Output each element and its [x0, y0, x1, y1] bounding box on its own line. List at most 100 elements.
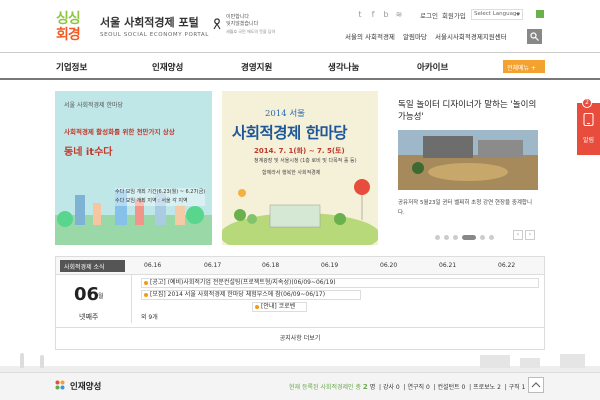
site-title[interactable]: 서울 사회적경제 포털 [100, 14, 199, 30]
calendar-tag: 사회적경제 소식 [60, 260, 125, 272]
collapse-button[interactable] [528, 377, 544, 393]
login-link[interactable]: 로그인 [420, 12, 438, 20]
nav-company-info[interactable]: 기업정보 [56, 61, 87, 73]
main-nav: 기업정보 인재양성 경영지원 생각나눔 아카이브 전체메뉴 + [0, 52, 600, 80]
banner1-note-region: 수다 모임 개최 지역 : 서울 각 지역 [115, 198, 188, 204]
calendar-date[interactable]: 06.16 [144, 262, 161, 269]
twitter-icon[interactable]: t [355, 10, 365, 20]
calendar-date[interactable]: 06.19 [321, 262, 338, 269]
banner1-note: 수다 모임 개최 기간(6.23(월) ~ 6.27(금) 수다 모임 개최 지… [115, 188, 206, 206]
dots-grid-icon [55, 380, 65, 390]
all-menu-button[interactable]: 전체메뉴 + [503, 60, 545, 73]
site-logo[interactable]: 싱싱 회경 [56, 8, 96, 46]
banner1-small-text: 서울 사회적경제 한마당 [64, 102, 124, 109]
chevron-up-icon [531, 382, 541, 388]
banner-it-suda[interactable]: 서울 사회적경제 한마당 사회적경제 활성화를 위한 천만가지 상상 동네 it… [55, 91, 212, 245]
selected-month: 06 [74, 284, 100, 305]
calendar-date[interactable]: 06.17 [204, 262, 221, 269]
search-button[interactable] [527, 29, 542, 44]
logo-text-bottom: 회경 [56, 27, 81, 43]
calendar-date[interactable]: 06.18 [262, 262, 279, 269]
language-select-value: Select Language [474, 11, 520, 17]
site-subtitle: SEOUL SOCIAL ECONOMY PORTAL [100, 32, 209, 38]
stats-jobseeker: 구직 1 [508, 384, 526, 391]
stats-probono: 프로보노 2 [473, 384, 501, 391]
event-bullet [144, 281, 148, 285]
notification-label: 알림 [582, 137, 595, 144]
event-bullet [255, 305, 259, 309]
calendar-event[interactable]: [모집] 2014 서울 사회적경제 한마당 체험부스에 참(06/09~06/… [141, 290, 361, 300]
slogan-line1: 이만합니다 [226, 14, 250, 20]
slider-dot[interactable] [489, 235, 494, 240]
stats-total: 2 [362, 383, 368, 391]
event-label: [안내] 코로벤 [261, 303, 296, 310]
news-desc: 공유저작 5월23일 귄터 벨찌히 초청 강연 현장을 중계합니다. [398, 200, 533, 216]
section-title: 인재양성 [70, 382, 102, 392]
banner-social-economy-festival[interactable]: 2014 서울 사회적경제 한마당 2014. 7. 1(화) ~ 7. 5(토… [222, 91, 378, 245]
stats-lecturer: 강사 0 [382, 384, 400, 391]
stats-unit: 명 [369, 384, 376, 391]
event-label: [공고] (예비)사회적기업 전문컨설팅(프로젝트형/지속성)(06/09~06… [150, 279, 336, 286]
flag-icon[interactable] [536, 10, 544, 18]
signup-link[interactable]: 회원가입 [442, 12, 466, 20]
calendar-date[interactable]: 06.20 [380, 262, 397, 269]
slider-pagination [435, 233, 498, 242]
sns-links: t f b ≋ [355, 10, 407, 20]
slider-dot[interactable] [453, 235, 458, 240]
banner2-title: 사회적경제 한마당 [232, 123, 347, 142]
slider-dot[interactable] [444, 235, 449, 240]
banner1-title: 동네 it수다 [64, 147, 113, 158]
festival-illustration [222, 179, 378, 245]
blog-icon[interactable]: b [381, 10, 391, 20]
calendar-event[interactable]: [안내] 코로벤 [252, 302, 307, 312]
news-slider: 독일 놀이터 디자이너가 말하는 '놀이의 가능성' 공유저작 5월23일 귄터… [388, 91, 545, 245]
slider-dot[interactable] [435, 235, 440, 240]
selected-week: 넷째주 [79, 313, 99, 321]
banner2-date: 2014. 7. 1(화) ~ 7. 5(토) [254, 147, 345, 155]
utility-link-support-center[interactable]: 서울시사회적경제지원센터 [435, 33, 507, 41]
event-label: [모집] 2014 서울 사회적경제 한마당 체험부스에 참(06/09~06/… [150, 291, 326, 298]
slogan-line2: 잊지않겠습니다 [226, 21, 259, 27]
playground-photo[interactable] [398, 130, 538, 190]
nav-archive[interactable]: 아카이브 [417, 61, 448, 73]
talent-stats: 현재 등록된 사회적경제인 총 2 명 | 강사 0 | 연구직 0 | 컨설턴… [289, 383, 526, 391]
news-title[interactable]: 독일 놀이터 디자이너가 말하는 '놀이의 가능성' [398, 99, 538, 123]
social-economy-news-calendar: 사회적경제 소식 06.16 06.17 06.18 06.19 06.20 0… [55, 256, 545, 350]
stats-consultant: 컨설턴트 0 [437, 384, 466, 391]
utility-link-notice[interactable]: 알림마당 [403, 33, 427, 41]
phone-icon [583, 113, 594, 126]
nav-talent[interactable]: 인재양성 [152, 61, 183, 73]
search-icon [530, 32, 539, 41]
notification-count-badge: 2 [582, 98, 592, 108]
banner1-note-period: 수다 모임 개최 기간(6.23(월) ~ 6.27(금) [115, 189, 206, 195]
nav-share-ideas[interactable]: 생각나눔 [328, 61, 359, 73]
nav-management-support[interactable]: 경영지원 [241, 61, 272, 73]
slider-dot[interactable] [480, 235, 485, 240]
calendar-header: 사회적경제 소식 06.16 06.17 06.18 06.19 06.20 0… [56, 257, 544, 275]
selected-month-suffix: 월 [98, 293, 104, 300]
stats-researcher: 연구직 0 [407, 384, 430, 391]
slider-next-button[interactable]: › [525, 230, 535, 240]
chevron-down-icon [516, 13, 520, 16]
notice-more-button[interactable]: 공지사항 더보기 [56, 327, 544, 349]
calendar-date[interactable]: 06.21 [439, 262, 456, 269]
calendar-date[interactable]: 06.22 [498, 262, 515, 269]
slider-dot-active[interactable] [462, 235, 476, 240]
more-events-link[interactable]: 외 9개 [141, 314, 181, 324]
banner2-place: 청계광장 및 서울시청 (1층 로비 및 다목적 홀 등) [254, 158, 357, 164]
memorial-slogan: 이만합니다 잊지않겠습니다 세월호 국민 애도의 뜻을 담아 [226, 14, 275, 35]
ribbon-icon [213, 18, 221, 30]
language-select[interactable]: Select Language [471, 9, 523, 20]
rss-icon[interactable]: ≋ [394, 10, 404, 20]
notification-side-tab[interactable]: 2 알림 [577, 98, 600, 155]
slider-prev-button[interactable]: ‹ [513, 230, 523, 240]
event-bullet [144, 293, 148, 297]
facebook-icon[interactable]: f [368, 10, 378, 20]
banner2-year: 2014 서울 [265, 109, 305, 119]
utility-nav: 서울의 사회적경제 알림마당 서울시사회적경제지원센터 [345, 31, 513, 41]
stats-prefix: 현재 등록된 사회적경제인 총 [289, 384, 361, 391]
talent-section: 인재양성 현재 등록된 사회적경제인 총 2 명 | 강사 0 | 연구직 0 … [0, 372, 600, 400]
calendar-event[interactable]: [공고] (예비)사회적기업 전문컨설팅(프로젝트형/지속성)(06/09~06… [141, 278, 539, 288]
header: 싱싱 회경 서울 사회적경제 포털 SEOUL SOCIAL ECONOMY P… [0, 0, 600, 52]
utility-link-seoul-social-economy[interactable]: 서울의 사회적경제 [345, 33, 395, 41]
